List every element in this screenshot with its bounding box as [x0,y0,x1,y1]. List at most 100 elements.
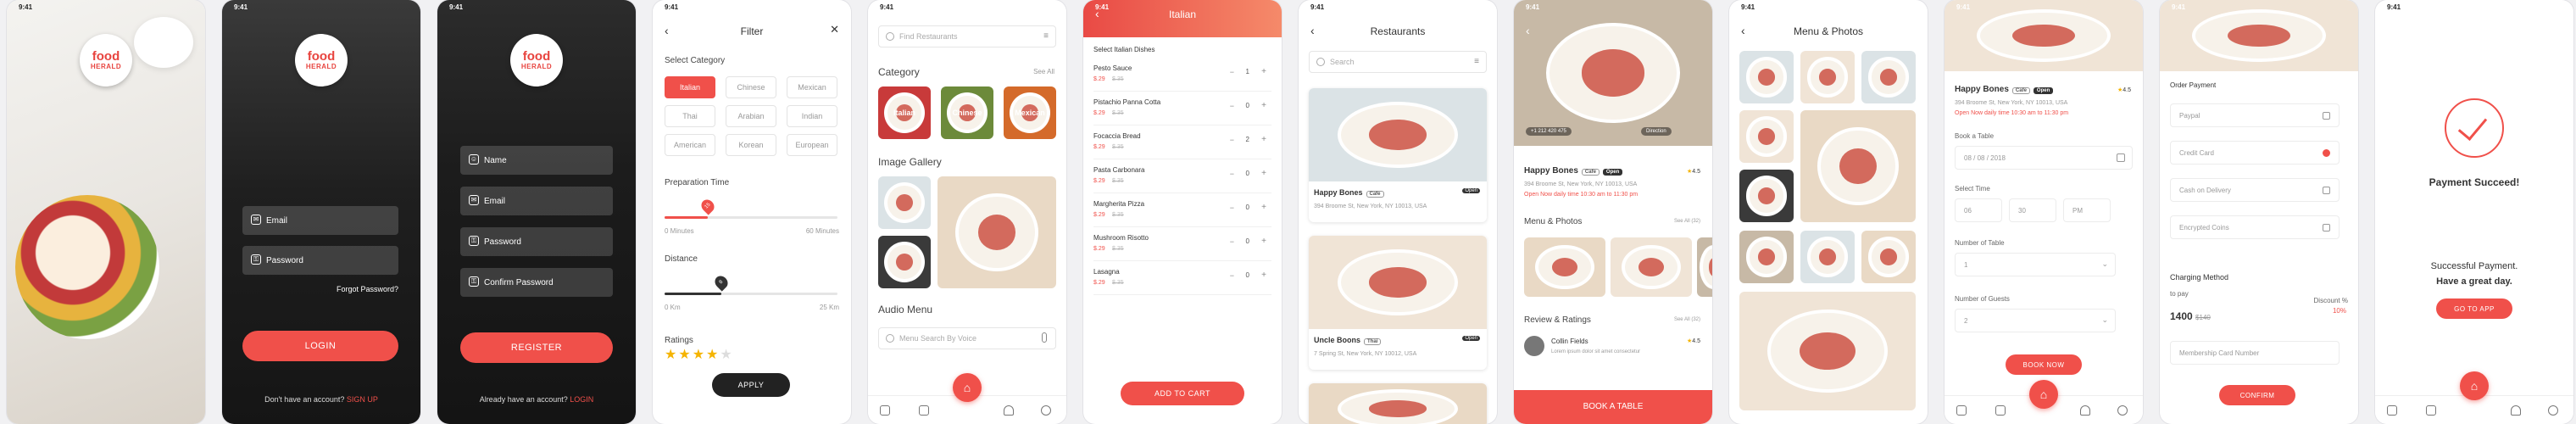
bell-icon[interactable] [2080,405,2090,416]
payment-option-credit-card[interactable]: Credit Card [2170,141,2340,165]
chip-european[interactable]: European [787,134,837,156]
category-mexican[interactable]: Mexican [1004,86,1056,139]
search-input[interactable]: Find Restaurants ≡ [878,25,1056,47]
microphone-icon[interactable] [1042,332,1047,343]
bell-icon[interactable] [1004,405,1014,416]
dish-row[interactable]: Pasta Carbonara $.29 $.35 − 0 + [1093,161,1271,193]
checkbox[interactable] [2323,187,2330,194]
distance-slider[interactable] [665,293,837,295]
search-input[interactable]: Search ≡ [1309,51,1487,73]
login-button[interactable]: LOGIN [242,331,398,361]
plus-icon[interactable]: + [1261,203,1266,212]
voice-search-input[interactable]: Menu Search By Voice [878,327,1056,349]
menu-photo[interactable] [1739,51,1794,103]
phone-pill[interactable]: +1 212 420 475 [1526,127,1572,136]
guest-count-select[interactable]: 2 ⌄ [1955,309,2116,332]
profile-icon[interactable] [2117,405,2128,416]
dish-row[interactable]: Lasagna $.29 $.35 − 0 + [1093,263,1271,295]
home-icon[interactable] [2387,405,2397,416]
email-field[interactable]: ✉ Email [242,206,398,235]
minus-icon[interactable]: − [1230,271,1234,280]
sliders-icon[interactable]: ≡ [1474,57,1479,66]
bookmark-icon[interactable] [1995,405,2006,416]
book-table-button[interactable]: BOOK A TABLE [1514,390,1712,424]
prep-time-slider[interactable] [665,216,837,219]
sliders-icon[interactable]: ≡ [1043,31,1049,41]
checkbox[interactable] [2323,224,2330,232]
plus-icon[interactable]: + [1261,135,1266,144]
menu-photo[interactable] [1861,51,1916,103]
plus-icon[interactable]: + [1261,271,1266,280]
email-field[interactable]: ✉ Email [460,187,613,215]
minus-icon[interactable]: − [1230,204,1234,212]
ampm-select[interactable]: PM [2063,198,2111,222]
hour-field[interactable]: 06 [1955,198,2002,222]
chip-korean[interactable]: Korean [726,134,776,156]
register-button[interactable]: REGISTER [460,332,613,363]
plus-icon[interactable]: + [1261,101,1266,110]
chip-arabian[interactable]: Arabian [726,105,776,127]
restaurant-card[interactable] [1309,383,1487,424]
menu-photo[interactable] [1739,110,1794,163]
chip-american[interactable]: American [665,134,715,156]
payment-option-paypal[interactable]: Paypal [2170,103,2340,127]
signup-link[interactable]: SIGN UP [347,395,378,404]
gallery-image[interactable] [878,236,931,288]
menu-photo[interactable] [1739,292,1916,410]
membership-input[interactable]: Membership Card Number [2170,341,2340,365]
rating-stars[interactable]: ★★★★★ [665,346,734,363]
chip-italian[interactable]: Italian [665,76,715,98]
plus-icon[interactable]: + [1261,67,1266,76]
dish-row[interactable]: Mushroom Risotto $.29 $.35 − 0 + [1093,229,1271,261]
minus-icon[interactable]: − [1230,136,1234,144]
minus-icon[interactable]: − [1230,68,1234,76]
bell-icon[interactable] [2511,405,2521,416]
menu-see-all[interactable]: See All (32) [1674,219,1700,224]
checkbox[interactable] [2323,149,2330,157]
home-fab-button[interactable]: ⌂ [2029,380,2058,409]
profile-icon[interactable] [2548,405,2558,416]
dish-row[interactable]: Pesto Sauce $.29 $.35 − 1 + [1093,59,1271,92]
profile-icon[interactable] [1041,405,1051,416]
gallery-image[interactable] [878,176,931,229]
home-icon[interactable] [880,405,890,416]
minus-icon[interactable]: − [1230,102,1234,110]
chip-indian[interactable]: Indian [787,105,837,127]
minute-field[interactable]: 30 [2009,198,2056,222]
minus-icon[interactable]: − [1230,237,1234,246]
menu-photo[interactable] [1800,51,1855,103]
home-fab-button[interactable]: ⌂ [953,373,982,402]
password-field[interactable]: ⚿ Password [242,246,398,275]
plus-icon[interactable]: + [1261,169,1266,178]
payment-option-cash[interactable]: Cash on Delivery [2170,178,2340,202]
menu-photo[interactable] [1800,231,1855,283]
confirm-button[interactable]: CONFIRM [2219,385,2295,405]
forgot-password-link[interactable]: Forgot Password? [337,285,398,293]
book-now-button[interactable]: BOOK NOW [2006,354,2082,375]
distance-knob[interactable]: 8 [712,273,731,292]
login-link[interactable]: LOGIN [570,395,593,404]
plus-icon[interactable]: + [1261,237,1266,246]
menu-photo[interactable] [1800,110,1916,222]
name-field[interactable]: ☺ Name [460,146,613,175]
minus-icon[interactable]: − [1230,170,1234,178]
home-icon[interactable] [1956,405,1967,416]
bookmark-icon[interactable] [2426,405,2436,416]
chip-thai[interactable]: Thai [665,105,715,127]
dish-row[interactable]: Focaccia Bread $.29 $.35 − 2 + [1093,127,1271,159]
category-see-all[interactable]: See All [1033,68,1054,75]
chip-chinese[interactable]: Chinese [726,76,776,98]
prep-time-knob[interactable]: 15 [698,197,717,215]
bookmark-icon[interactable] [919,405,929,416]
reviews-see-all[interactable]: See All (32) [1674,317,1700,322]
confirm-password-field[interactable]: ⚿ Confirm Password [460,268,613,297]
direction-pill[interactable]: Direction [1641,127,1672,136]
category-italian[interactable]: Italian [878,86,931,139]
password-field[interactable]: ⚿ Password [460,227,613,256]
chip-mexican[interactable]: Mexican [787,76,837,98]
menu-photo[interactable] [1697,237,1712,297]
menu-photo[interactable] [1611,237,1692,297]
go-to-app-button[interactable]: GO TO APP [2436,298,2512,319]
dish-row[interactable]: Pistachio Panna Cotta $.29 $.35 − 0 + [1093,93,1271,126]
gallery-image[interactable] [937,176,1056,288]
